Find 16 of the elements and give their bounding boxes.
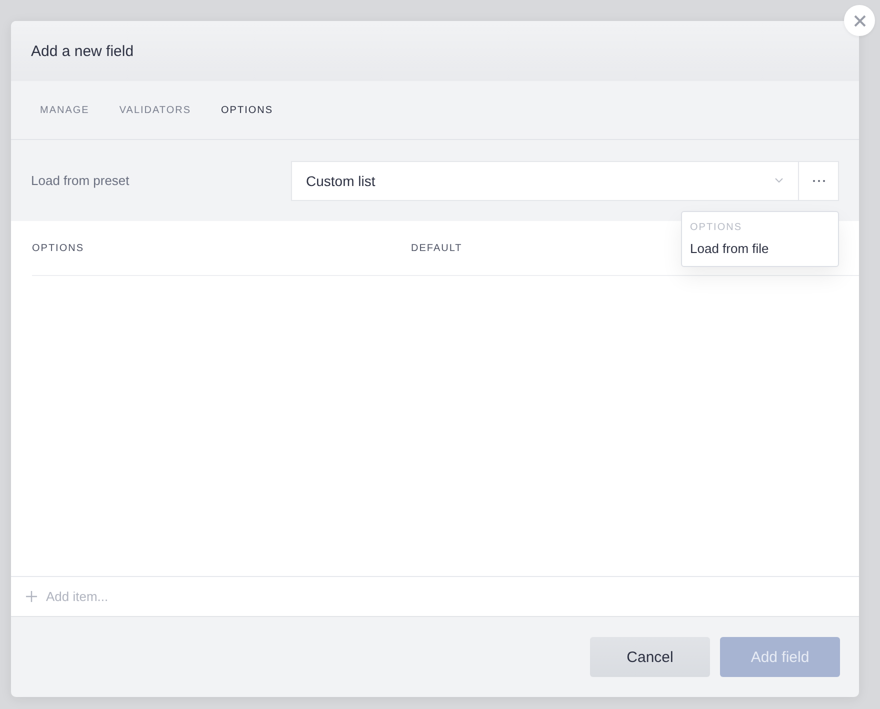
- dialog-title: Add a new field: [31, 42, 134, 60]
- close-button[interactable]: [844, 5, 875, 36]
- tab[interactable]: OPTIONS: [221, 104, 274, 116]
- tab[interactable]: VALIDATORS: [119, 104, 192, 116]
- preset-label: Load from preset: [31, 173, 130, 188]
- tab[interactable]: MANAGE: [40, 104, 90, 116]
- preset-select[interactable]: Custom list: [291, 160, 799, 200]
- plus-icon: [26, 591, 37, 602]
- menu-header: OPTIONS: [690, 222, 742, 233]
- close-icon: [854, 14, 866, 26]
- column-header: DEFAULT: [411, 242, 462, 254]
- column-header: OPTIONS: [32, 242, 86, 254]
- add-item-field[interactable]: Add item...: [46, 589, 246, 604]
- chevron-icon: [775, 178, 783, 183]
- menu-item[interactable]: Load from file: [682, 233, 777, 260]
- cancel-button[interactable]: Cancel: [590, 637, 710, 677]
